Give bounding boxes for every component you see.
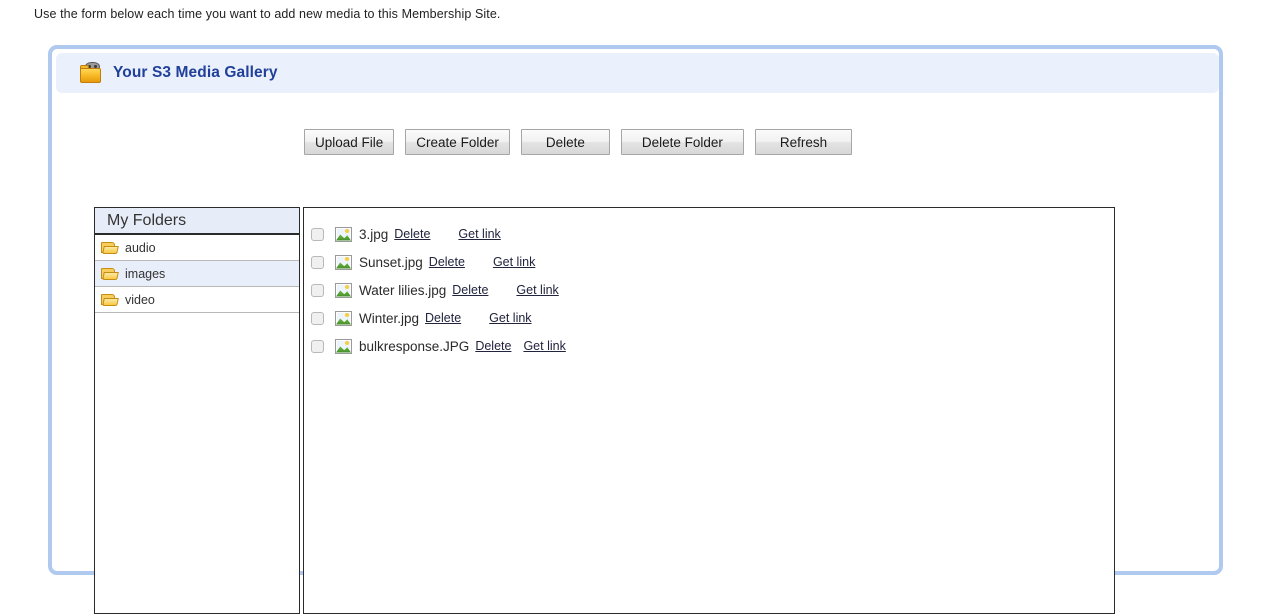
file-delete-link[interactable]: Delete (425, 311, 461, 325)
panel-header: Your S3 Media Gallery (56, 53, 1219, 93)
table-row: Water lilies.jpg Delete Get link (304, 276, 1114, 304)
table-row: Winter.jpg Delete Get link (304, 304, 1114, 332)
toolbar: Upload File Create Folder Delete Delete … (304, 129, 853, 155)
delete-button[interactable]: Delete (520, 129, 610, 155)
folder-label: video (125, 292, 155, 307)
folder-icon (101, 267, 119, 281)
sidebar-item-audio[interactable]: audio (95, 235, 299, 261)
image-file-icon (335, 254, 352, 270)
file-name: 3.jpg (359, 226, 389, 242)
refresh-button[interactable]: Refresh (754, 129, 853, 155)
file-name: Sunset.jpg (359, 254, 423, 270)
files-panel: 3.jpg Delete Get link Sunset.jpg Delete … (303, 207, 1115, 614)
image-file-icon (335, 310, 352, 326)
file-get-link[interactable]: Get link (458, 227, 500, 241)
image-file-icon (335, 338, 352, 354)
file-get-link[interactable]: Get link (523, 339, 565, 353)
media-folder-icon (78, 62, 104, 84)
panel-body: Upload File Create Folder Delete Delete … (56, 97, 1215, 614)
file-delete-link[interactable]: Delete (394, 227, 430, 241)
image-file-icon (335, 226, 352, 242)
upload-file-button[interactable]: Upload File (304, 129, 395, 155)
file-delete-link[interactable]: Delete (475, 339, 511, 353)
file-actions: Delete Get link (452, 283, 559, 297)
file-delete-link[interactable]: Delete (452, 283, 488, 297)
file-actions: Delete Get link (394, 227, 501, 241)
sidebar-item-video[interactable]: video (95, 287, 299, 313)
folders-panel-title: My Folders (95, 208, 299, 235)
file-actions: Delete Get link (475, 339, 566, 353)
file-name: bulkresponse.JPG (359, 338, 470, 354)
sidebar-item-images[interactable]: images (95, 261, 299, 287)
image-file-icon (335, 282, 352, 298)
table-row: bulkresponse.JPG Delete Get link (304, 332, 1114, 360)
file-actions: Delete Get link (429, 255, 536, 269)
file-delete-link[interactable]: Delete (429, 255, 465, 269)
table-row: 3.jpg Delete Get link (304, 220, 1114, 248)
file-checkbox[interactable] (311, 311, 324, 325)
folder-icon (101, 293, 119, 307)
folder-label: images (125, 266, 166, 281)
gallery-panel: Your S3 Media Gallery Upload File Create… (48, 45, 1223, 614)
file-name: Winter.jpg (359, 310, 420, 326)
folders-panel: My Folders audio images video (94, 207, 300, 614)
file-get-link[interactable]: Get link (516, 283, 558, 297)
file-get-link[interactable]: Get link (493, 255, 535, 269)
file-checkbox[interactable] (311, 339, 324, 353)
file-checkbox[interactable] (311, 227, 324, 241)
file-actions: Delete Get link (425, 311, 532, 325)
page-title: Your S3 Media Gallery (113, 64, 278, 81)
file-checkbox[interactable] (311, 255, 324, 269)
delete-folder-button[interactable]: Delete Folder (620, 129, 744, 155)
intro-text: Use the form below each time you want to… (34, 7, 501, 21)
create-folder-button[interactable]: Create Folder (405, 129, 510, 155)
file-get-link[interactable]: Get link (489, 311, 531, 325)
folder-icon (101, 241, 119, 255)
file-name: Water lilies.jpg (359, 282, 447, 298)
folder-label: audio (125, 240, 156, 255)
file-checkbox[interactable] (311, 283, 324, 297)
table-row: Sunset.jpg Delete Get link (304, 248, 1114, 276)
